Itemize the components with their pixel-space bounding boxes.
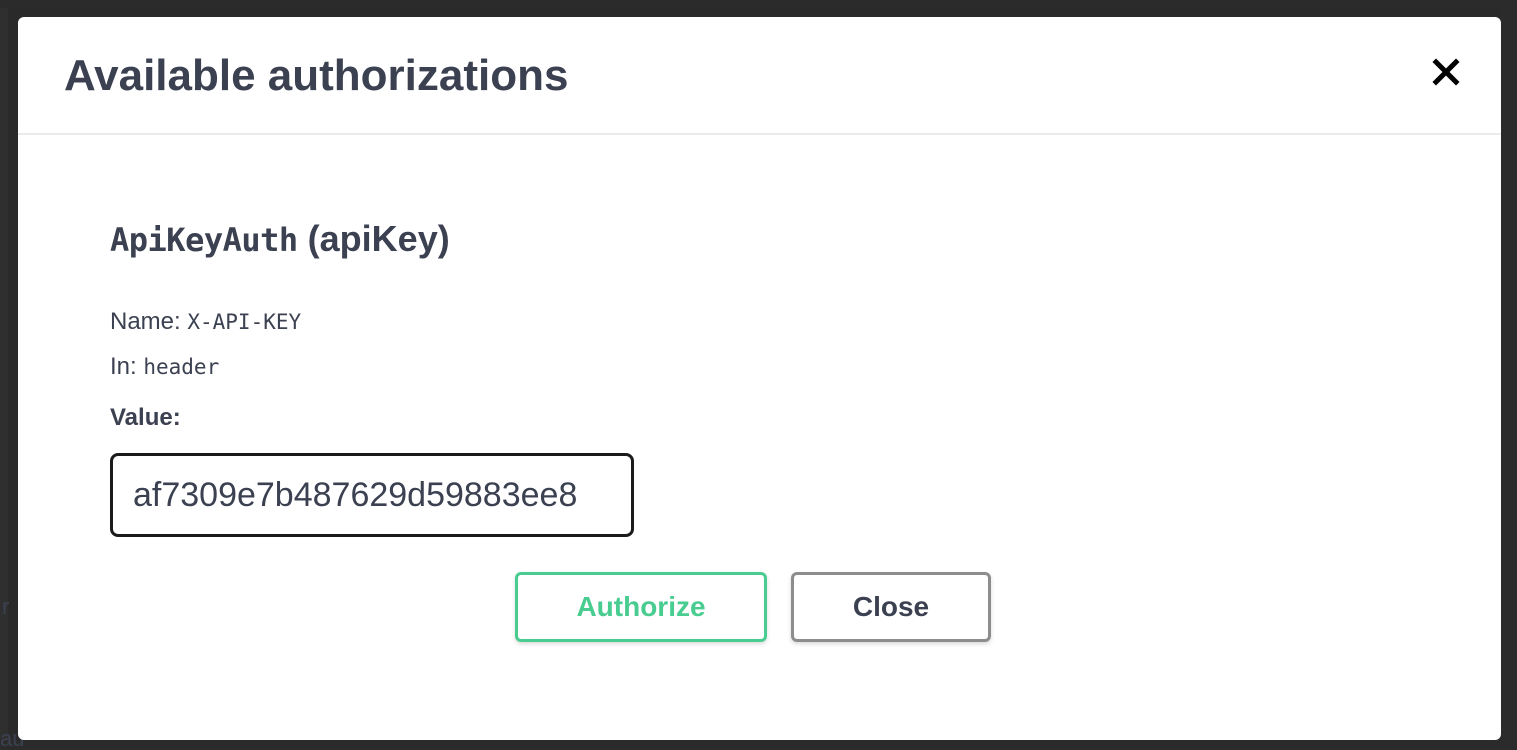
auth-value-label: Value: xyxy=(110,404,181,431)
auth-scheme-section: ApiKeyAuth (apiKey) Name: X-API-KEY In: … xyxy=(110,217,1010,537)
auth-name-row: Name: X-API-KEY xyxy=(110,307,301,337)
auth-scheme-title: ApiKeyAuth (apiKey) xyxy=(110,217,1010,262)
auth-in-label: In: xyxy=(110,353,137,380)
backdrop-edge-bottom xyxy=(0,740,1517,750)
close-button[interactable]: Close xyxy=(791,572,991,642)
auth-scheme-name: ApiKeyAuth xyxy=(110,221,298,259)
backdrop-edge-left xyxy=(0,0,8,750)
modal-title: Available authorizations xyxy=(64,51,569,100)
auth-in-value: header xyxy=(143,355,220,379)
close-icon xyxy=(1429,55,1463,89)
auth-scheme-type: (apiKey) xyxy=(307,218,450,259)
backdrop-edge-right xyxy=(1501,0,1517,750)
backdrop-edge-top xyxy=(0,0,1517,8)
auth-name-value: X-API-KEY xyxy=(187,310,302,334)
auth-in-row: In: header xyxy=(110,352,219,382)
authorization-modal: Available authorizations ApiKeyAuth (api… xyxy=(18,17,1501,740)
authorize-button[interactable]: Authorize xyxy=(515,572,767,642)
auth-name-label: Name: xyxy=(110,308,181,335)
modal-header: Available authorizations xyxy=(18,17,1501,135)
modal-close-button[interactable] xyxy=(1429,55,1463,89)
background-text-fragment: r xyxy=(2,594,10,619)
api-key-value-input[interactable] xyxy=(110,453,634,537)
